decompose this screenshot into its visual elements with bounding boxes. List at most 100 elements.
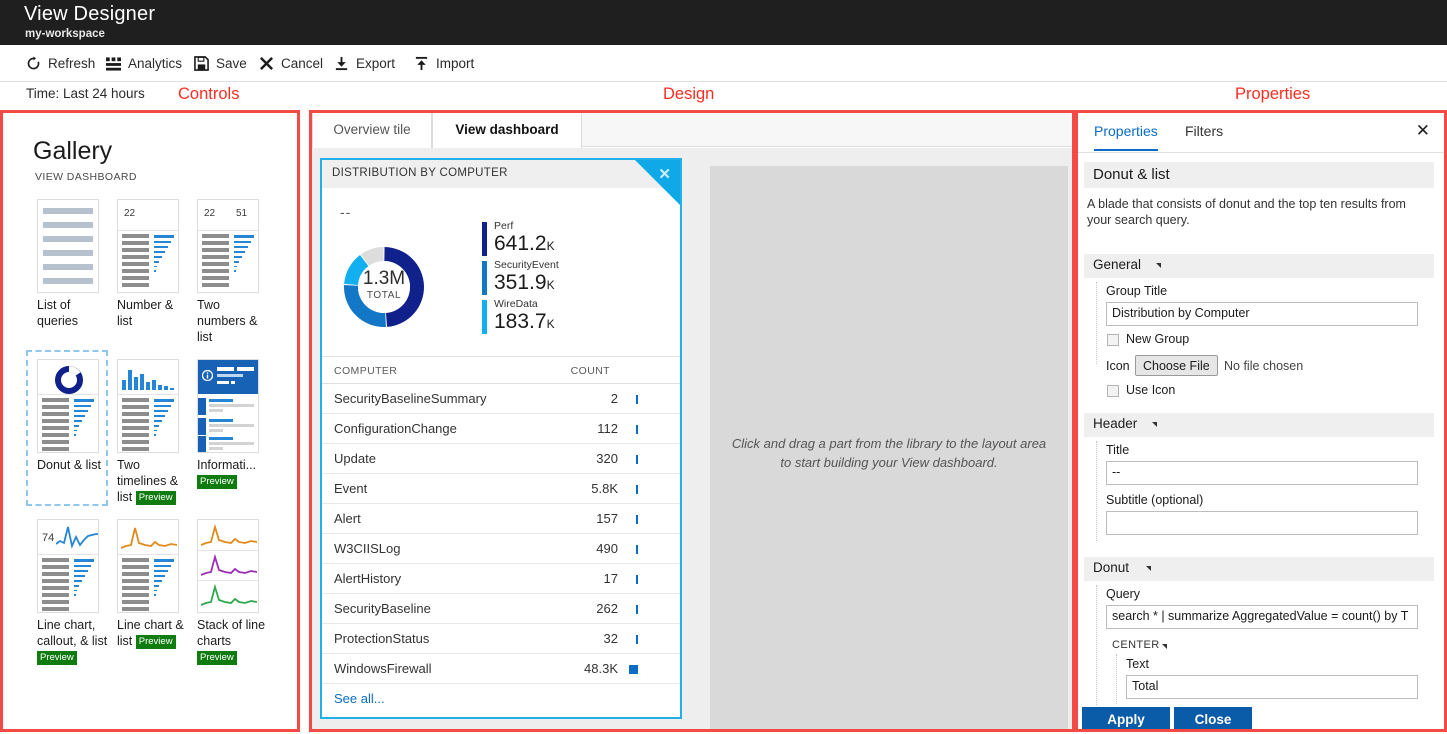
properties-panel: Properties Filters ✕ Donut & list A blad… [1078, 113, 1444, 731]
save-icon [194, 56, 209, 71]
table-row[interactable]: AlertHistory 17 [322, 564, 680, 594]
row-name: WindowsFirewall [334, 661, 432, 676]
row-count: 5.8K [591, 481, 618, 496]
query-input[interactable]: search * | summarize AggregatedValue = c… [1106, 605, 1418, 629]
section-indent-line [1096, 282, 1097, 364]
gallery-thumbnail-donut-and-list [37, 359, 99, 453]
analytics-label: Analytics [128, 56, 183, 71]
export-button[interactable]: Export [334, 45, 395, 82]
use-icon-checkbox[interactable] [1107, 385, 1119, 397]
dashboard-tile-preview[interactable]: DISTRIBUTION BY COMPUTER ✕ -- 1.3M TOTAL… [320, 158, 682, 719]
gallery-item-information-tile[interactable]: Informati... Preview [187, 351, 267, 505]
table-row[interactable]: WindowsFirewall 48.3K [322, 654, 680, 684]
close-icon[interactable]: ✕ [658, 167, 671, 182]
annotation-label-design: Design [663, 85, 715, 103]
gallery-item-two-timelines-and-list[interactable]: Two timelines & list Preview [107, 351, 187, 505]
tab-filters[interactable]: Filters [1185, 123, 1223, 139]
tab-view-dashboard[interactable]: View dashboard [432, 110, 582, 148]
row-bar [636, 395, 638, 404]
group-title-input[interactable]: Distribution by Computer [1106, 302, 1418, 326]
row-bar [636, 635, 638, 644]
header-subtitle-input[interactable] [1106, 511, 1418, 535]
gallery-thumbnail-line-chart-callout-list: 74 [37, 519, 99, 613]
chevron-collapse-icon [1146, 566, 1151, 571]
gallery-item-label: Two timelines & list Preview [117, 458, 179, 505]
row-name: ConfigurationChange [334, 421, 457, 436]
chevron-collapse-icon [1162, 644, 1167, 649]
table-row[interactable]: Update 320 [322, 444, 680, 474]
table-row[interactable]: ProtectionStatus 32 [322, 624, 680, 654]
gallery-item-two-numbers-and-list[interactable]: 22 51 Two numbers & list [187, 191, 267, 345]
header-title-label: Title [1106, 443, 1130, 457]
group-title-label: Group Title [1106, 284, 1168, 298]
gallery-item-line-chart-and-list[interactable]: Line chart & list Preview [107, 511, 187, 665]
gallery-item-label: List of queries [37, 298, 78, 328]
section-general[interactable]: General [1084, 254, 1434, 278]
row-name: W3CIISLog [334, 541, 401, 556]
analytics-button[interactable]: Analytics [106, 45, 182, 82]
gallery-item-donut-and-list[interactable]: Donut & list [26, 350, 108, 506]
design-canvas[interactable]: DISTRIBUTION BY COMPUTER ✕ -- 1.3M TOTAL… [312, 148, 1072, 731]
refresh-label: Refresh [48, 56, 96, 71]
tab-properties[interactable]: Properties [1094, 123, 1158, 151]
layout-drop-area[interactable]: Click and drag a part from the library t… [710, 166, 1068, 731]
row-name: Update [334, 451, 376, 466]
gallery-row: Donut & list Two timelines & list Preview… [26, 350, 297, 506]
legend-series-name: SecurityEvent [494, 259, 559, 271]
table-row[interactable]: Event 5.8K [322, 474, 680, 504]
donut-chart: 1.3M TOTAL [344, 247, 425, 327]
refresh-button[interactable]: Refresh [26, 45, 95, 82]
section-header[interactable]: Header [1084, 413, 1434, 437]
design-panel: Overview tile View dashboard DISTRIBUTIO… [312, 110, 1072, 731]
legend-series-name: Perf [494, 220, 514, 232]
table-row[interactable]: ConfigurationChange 112 [322, 414, 680, 444]
see-all-link[interactable]: See all... [334, 691, 385, 706]
gallery-thumbnail-two-numbers-and-list: 22 51 [197, 199, 259, 293]
gallery-item-number-and-list[interactable]: 22 Number & list [107, 191, 187, 345]
import-button[interactable]: Import [414, 45, 474, 82]
header-title-value: -- [1112, 465, 1121, 479]
donut-legend: Perf 641.2K SecurityEvent 351.9K WireData 183… [482, 220, 559, 337]
column-header-count: COUNT [570, 365, 610, 377]
export-icon [334, 56, 349, 71]
time-range-label[interactable]: Time: Last 24 hours [26, 86, 145, 101]
table-row[interactable]: W3CIISLog 490 [322, 534, 680, 564]
legend-item: WireData 183.7K [482, 298, 559, 336]
row-name: Alert [334, 511, 361, 526]
header-subtitle-label: Subtitle (optional) [1106, 493, 1204, 507]
gallery-item-stack-of-line-charts[interactable]: Stack of line charts Preview [187, 511, 267, 665]
row-name: Event [334, 481, 368, 496]
legend-item: SecurityEvent 351.9K [482, 259, 559, 297]
choose-file-button[interactable]: Choose File [1135, 355, 1218, 376]
close-icon[interactable]: ✕ [1416, 122, 1430, 139]
close-button[interactable]: Close [1174, 707, 1252, 731]
save-button[interactable]: Save [194, 45, 247, 82]
see-all-row[interactable]: See all... [322, 684, 680, 712]
apply-button[interactable]: Apply [1082, 707, 1170, 731]
gallery-item-line-chart-callout-list[interactable]: 74 Line chart, callout, & list Preview [27, 511, 107, 665]
cancel-button[interactable]: Cancel [259, 45, 323, 82]
tab-overview-tile[interactable]: Overview tile [312, 110, 432, 148]
row-bar [636, 455, 638, 464]
legend-swatch [482, 261, 487, 295]
preview-badge: Preview [37, 651, 77, 665]
table-row[interactable]: SecurityBaselineSummary 2 [322, 384, 680, 414]
table-row[interactable]: SecurityBaseline 262 [322, 594, 680, 624]
table-row[interactable]: Alert 157 [322, 504, 680, 534]
new-group-label: New Group [1126, 332, 1190, 346]
gallery-item-label: Number & list [117, 298, 174, 328]
preview-badge: Preview [197, 651, 237, 665]
section-donut[interactable]: Donut [1084, 557, 1434, 581]
gallery-thumbnail-information-tile [197, 359, 259, 453]
header-title-input[interactable]: -- [1106, 461, 1418, 485]
gallery-title: Gallery [33, 137, 113, 165]
use-icon-label: Use Icon [1126, 383, 1176, 397]
row-bar [636, 605, 638, 614]
gallery-item-list-of-queries[interactable]: List of queries [27, 191, 107, 345]
legend-series-value: 351.9K [494, 271, 555, 294]
tile-header-label: DISTRIBUTION BY COMPUTER [332, 167, 508, 179]
row-count: 157 [596, 511, 618, 526]
new-group-checkbox[interactable] [1107, 334, 1119, 346]
legend-series-value: 183.7K [494, 310, 555, 333]
center-text-input[interactable]: Total [1126, 675, 1418, 699]
